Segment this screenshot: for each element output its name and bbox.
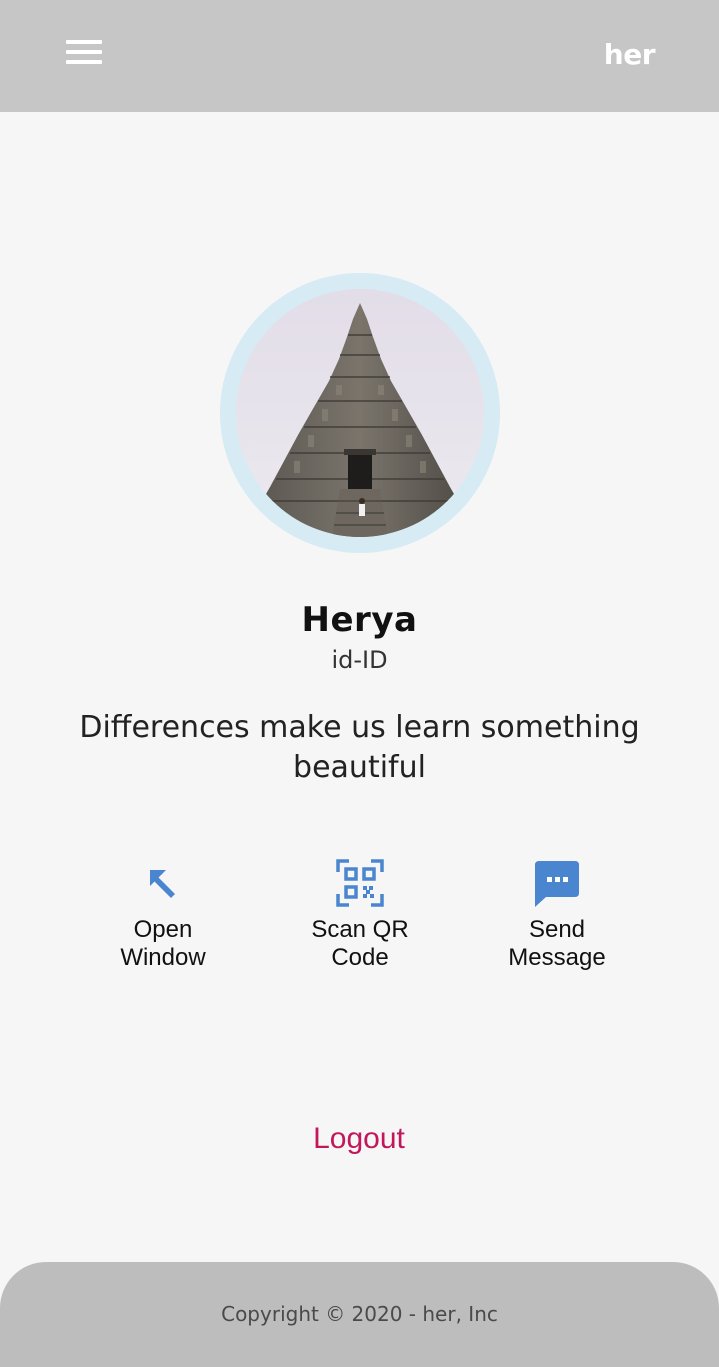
- scan-qr-label-line1: Scan QR: [311, 916, 409, 943]
- message-bubble-icon: [532, 858, 582, 908]
- send-message-label-line2: Message: [508, 944, 606, 971]
- avatar[interactable]: [236, 289, 484, 537]
- top-app-bar: her: [0, 0, 719, 112]
- scan-qr-label-line2: Code: [331, 944, 389, 971]
- send-message-label-line1: Send: [528, 916, 586, 943]
- footer: Copyright © 2020 - her, Inc: [0, 1262, 719, 1367]
- temple-photo: [236, 289, 484, 537]
- send-message-button[interactable]: Send Message: [467, 858, 647, 972]
- arrow-up-left-icon: [138, 858, 188, 908]
- open-window-label-line2: Window: [120, 944, 206, 971]
- logout-button[interactable]: Logout: [259, 1122, 459, 1156]
- scan-qr-code-button[interactable]: Scan QR Code: [270, 858, 450, 972]
- avatar-ring: [220, 273, 500, 553]
- brand-logo: her: [603, 38, 656, 71]
- profile-locale: id-ID: [331, 646, 388, 674]
- menu-button[interactable]: [58, 32, 110, 72]
- copyright-text: Copyright © 2020 - her, Inc: [221, 1302, 498, 1326]
- open-window-button[interactable]: Open Window: [73, 858, 253, 972]
- profile-screen: her Herya id-ID Differences make us lear…: [0, 0, 719, 1367]
- open-window-label-line1: Open: [133, 916, 193, 943]
- qr-code-scan-icon: [335, 858, 385, 908]
- profile-bio: Differences make us learn something beau…: [79, 710, 640, 785]
- profile-name: Herya: [301, 600, 418, 640]
